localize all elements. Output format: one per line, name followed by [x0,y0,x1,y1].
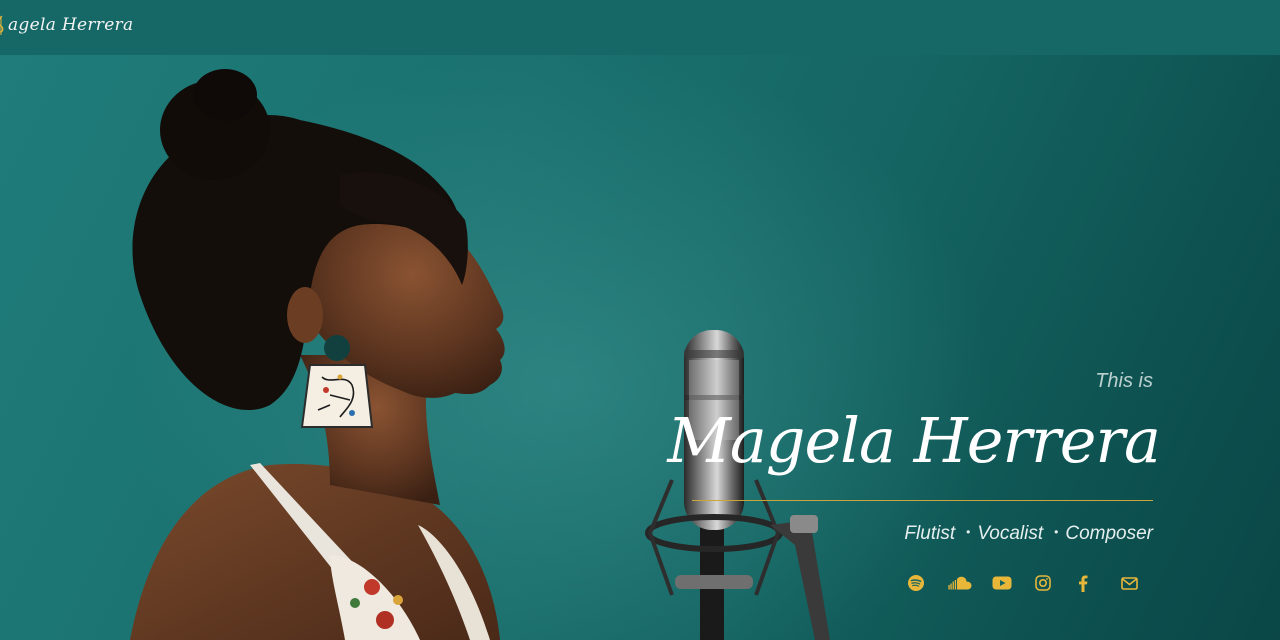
hero-photo [130,69,830,640]
role-separator: • [1054,525,1059,539]
instagram-icon [1035,575,1051,591]
instagram-link[interactable] [1031,571,1055,595]
roles-list: Flutist • Vocalist • Composer [904,523,1153,545]
role-separator: • [966,525,971,539]
envelope-icon [1120,576,1138,590]
soundcloud-link[interactable] [948,571,972,595]
soundcloud-icon [948,576,972,590]
treble-clef-icon [0,15,4,35]
site-logo[interactable]: agela Herrera [0,14,133,36]
role-composer: Composer [1065,523,1153,544]
facebook-icon [1079,575,1088,592]
youtube-link[interactable] [990,571,1014,595]
email-link[interactable] [1117,571,1141,595]
hero-intro: This is [1095,370,1153,392]
facebook-link[interactable] [1071,571,1095,595]
social-links [900,571,1150,595]
artist-name: Magela Herrera [667,404,1161,477]
page: agela Herrera This is Magela Herrera Flu… [0,0,1280,640]
youtube-icon [992,576,1012,590]
hero-section: This is Magela Herrera Flutist • Vocalis… [0,55,1280,640]
logo-text: agela Herrera [8,15,134,35]
title-divider [692,500,1153,501]
role-vocalist: Vocalist [977,523,1044,544]
top-navigation-bar: agela Herrera [0,0,1280,55]
spotify-icon [908,575,924,591]
spotify-link[interactable] [904,571,928,595]
role-flutist: Flutist [904,523,956,544]
